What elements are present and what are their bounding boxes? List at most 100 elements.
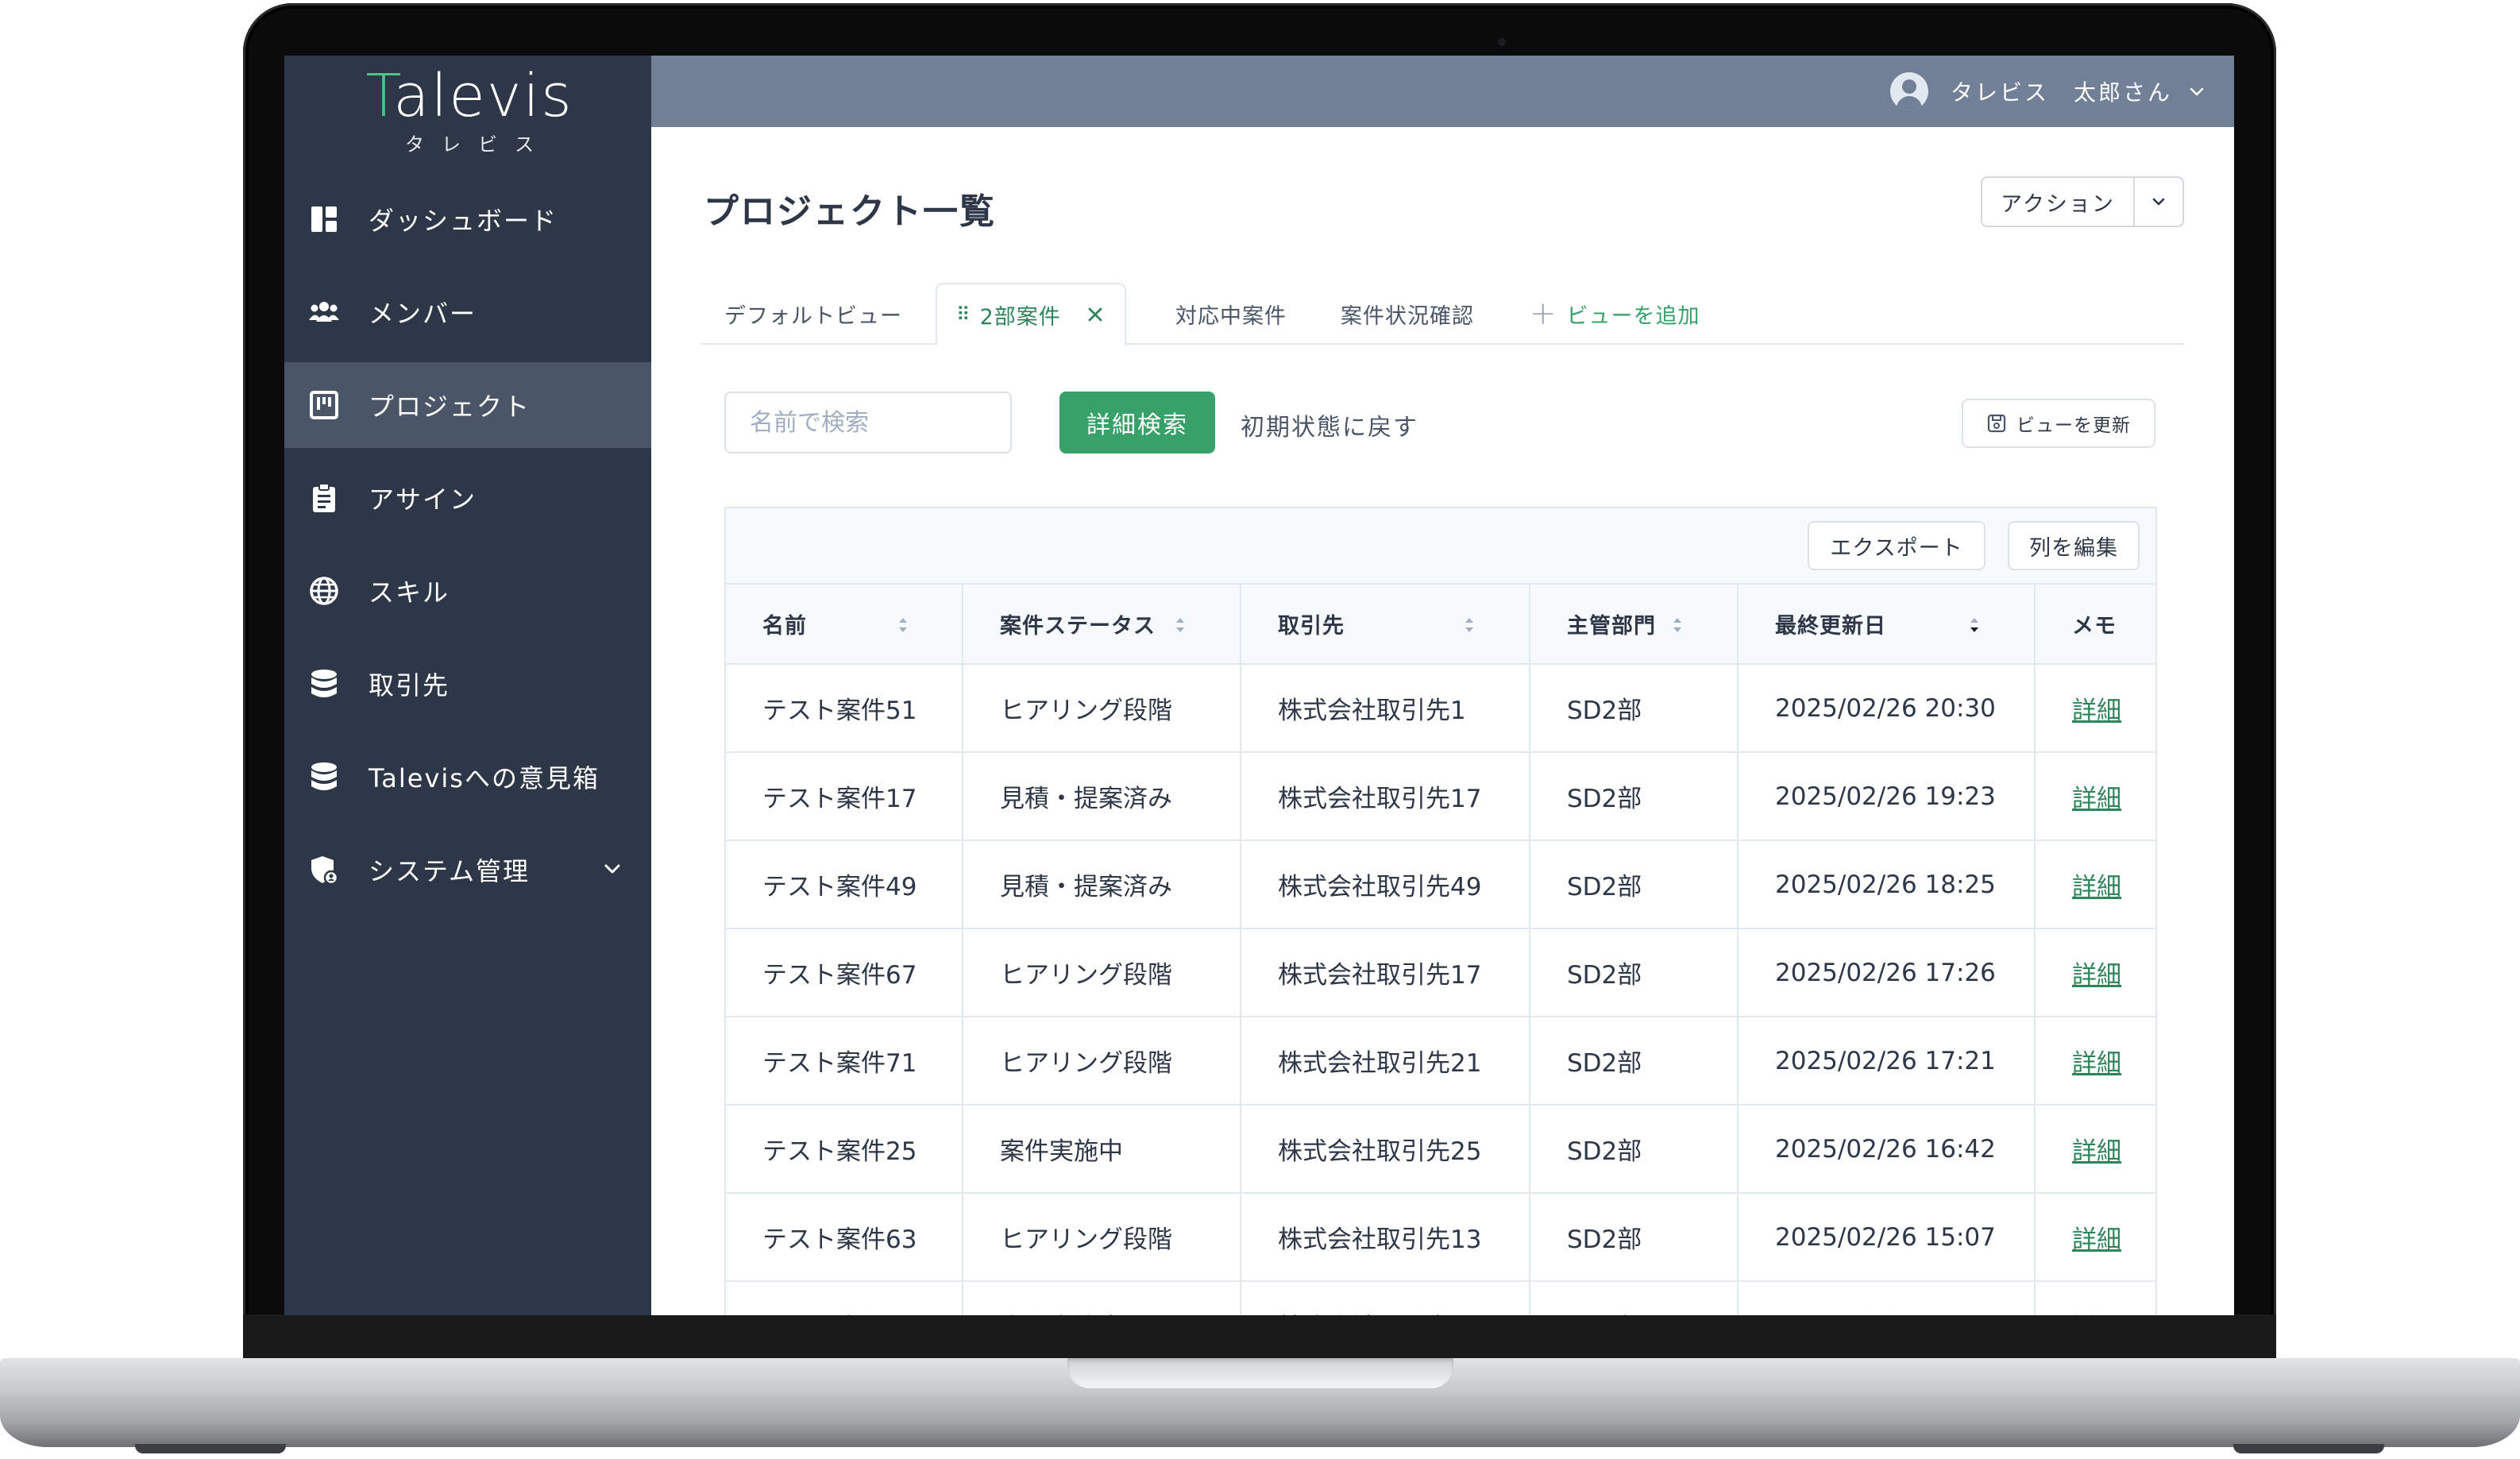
sort-icon[interactable] [1670,613,1685,637]
cell-status: ヒアリング段階 [963,1193,1241,1282]
column-header-department[interactable]: 主管部門 [1530,585,1739,665]
search-input[interactable] [724,392,1012,454]
column-header-memo: メモ [2035,585,2155,665]
action-button-label[interactable]: アクション [1982,178,2135,226]
cell-text: SD2部 [1567,1049,1642,1078]
column-header-client[interactable]: 取引先 [1241,585,1530,665]
cell-text: ヒアリング段階 [1000,1049,1172,1078]
cell-text: テスト案件71 [762,1049,917,1078]
column-header-status[interactable]: 案件ステータス [963,585,1241,665]
cell-text: テスト案件25 [762,1137,917,1166]
user-name: タレビス 太郎さん [1950,79,2172,106]
tab-default-view[interactable]: デフォルトビュー [724,283,902,345]
tab-in-progress[interactable]: 対応中案件 [1175,283,1287,345]
cell-text: 2025/02/26 19:23 [1775,782,1996,811]
table-row[interactable]: テスト案件71 ヒアリング段階 株式会社取引先21 SD2部 2025/02/26 17… [726,1017,2155,1106]
cell-text: 株式会社取引先49 [1278,873,1482,901]
chevron-down-icon[interactable] [602,859,623,879]
cell-memo: 詳細 [2035,752,2155,841]
sidebar-item-label: ダッシュボード [369,206,558,236]
cell-updated-at: 2025/02/26 17:26 [1738,928,2036,1017]
cell-text: テスト案件16 [762,1314,917,1315]
close-icon[interactable] [1085,304,1106,325]
clipboard-icon [307,481,342,515]
talevis-logo[interactable]: Talevis タレビス [362,67,577,156]
detail-link[interactable]: 詳細 [2072,697,2121,725]
cell-text: 2025/02/26 14:16 [1775,1311,1996,1316]
cell-text: 株式会社取引先13 [1278,1225,1482,1254]
cell-department: SD2部 [1530,1105,1739,1194]
reset-filters-link[interactable]: 初期状態に戻す [1241,407,1418,442]
sidebar-item-feedback[interactable]: Talevisへの意見箱 [284,734,651,820]
tab-2bu-anken[interactable]: ⠿ 2部案件 [936,283,1126,346]
sort-icon[interactable] [1462,613,1476,637]
sort-desc-icon[interactable] [1967,613,1982,637]
cell-name: テスト案件25 [726,1105,963,1194]
edit-columns-button[interactable]: 列を編集 [2008,521,2140,570]
export-button[interactable]: エクスポート [1808,521,1986,570]
cell-client: 株式会社取引先25 [1241,1105,1530,1194]
sidebar: Talevis タレビス ダッシュボード メンバー プロジェクト アサイン スキ… [284,56,651,1315]
action-dropdown[interactable]: アクション [1981,176,2184,227]
kanban-icon [307,388,342,423]
sidebar-item-clients[interactable]: 取引先 [284,641,651,727]
cell-text: ヒアリング段階 [1000,1225,1172,1254]
detail-link[interactable]: 詳細 [2072,785,2121,813]
table-row[interactable]: テスト案件17 見積・提案済み 株式会社取引先17 SD2部 2025/02/26 19… [726,752,2155,841]
detail-link[interactable]: 詳細 [2072,1049,2121,1078]
drag-handle-icon[interactable]: ⠿ [956,303,971,326]
chevron-down-icon[interactable] [2188,83,2205,100]
cell-text: テスト案件51 [762,697,917,725]
sort-icon[interactable] [1173,613,1187,637]
action-chevron[interactable] [2135,178,2182,226]
cell-client: 株式会社取引先21 [1241,1017,1530,1106]
detail-link[interactable]: 詳細 [2072,873,2121,901]
update-view-button[interactable]: ビューを更新 [1962,399,2155,448]
cell-department: SD2部 [1530,1017,1739,1106]
cell-updated-at: 2025/02/26 16:42 [1738,1105,2036,1194]
cell-status: 見積・提案済み [963,840,1241,929]
table-row[interactable]: テスト案件51 ヒアリング段階 株式会社取引先1 SD2部 2025/02/26 20:… [726,664,2155,753]
sidebar-item-label: メンバー [369,299,477,329]
table-row[interactable]: テスト案件67 ヒアリング段階 株式会社取引先17 SD2部 2025/02/26 17… [726,928,2155,1017]
cell-updated-at: 2025/02/26 15:07 [1738,1193,2036,1282]
detail-link[interactable]: 詳細 [2072,1225,2121,1254]
cell-text: 株式会社取引先1 [1278,697,1466,725]
cell-text: 株式会社取引先16 [1278,1314,1481,1315]
users-icon [307,295,342,330]
table-row[interactable]: テスト案件49 見積・提案済み 株式会社取引先49 SD2部 2025/02/26 18… [726,840,2155,929]
user-menu[interactable]: タレビス 太郎さん [1889,70,2205,113]
cell-text: SD2部 [1567,961,1642,990]
avatar [1889,72,1928,110]
sidebar-item-dashboard[interactable]: ダッシュボード [284,176,651,262]
laptop-notch [1067,1358,1453,1388]
cell-text: SD2部 [1567,873,1642,901]
detail-link[interactable]: 詳細 [2072,1314,2121,1315]
project-table: 名前 案件ステータス 取引先 主管部門 最終更新日 メモ テスト案件51 ヒアリ… [726,585,2155,1316]
advanced-search-button[interactable]: 詳細検索 [1059,392,1215,454]
cell-text: 案件実施中 [1000,1137,1123,1166]
cell-text: 2025/02/26 17:21 [1775,1046,1996,1075]
cell-text: SD2部 [1567,1314,1642,1315]
top-bar: タレビス 太郎さん [651,56,2234,127]
sort-icon[interactable] [896,613,910,637]
cell-status: ヒアリング段階 [963,664,1241,753]
dashboard-icon [307,202,342,237]
sidebar-item-assign[interactable]: アサイン [284,455,651,541]
table-row[interactable]: テスト案件25 案件実施中 株式会社取引先25 SD2部 2025/02/26 16:4… [726,1105,2155,1194]
sidebar-item-skills[interactable]: スキル [284,548,651,634]
cell-department: SD2部 [1530,1193,1739,1282]
column-header-updated-at[interactable]: 最終更新日 [1738,585,2036,665]
sidebar-item-members[interactable]: メンバー [284,269,651,355]
tab-status-check[interactable]: 案件状況確認 [1341,283,1474,345]
sidebar-item-projects[interactable]: プロジェクト [284,362,651,448]
table-row[interactable]: テスト案件63 ヒアリング段階 株式会社取引先13 SD2部 2025/02/26 15… [726,1193,2155,1282]
add-view-button[interactable]: + ビューを追加 [1530,283,1700,345]
sidebar-item-label: アサイン [369,484,477,515]
detail-link[interactable]: 詳細 [2072,961,2121,990]
tab-label: ビューを追加 [1566,303,1700,329]
sidebar-item-system-admin[interactable]: システム管理 [284,827,651,913]
column-header-name[interactable]: 名前 [726,585,963,665]
detail-link[interactable]: 詳細 [2072,1137,2121,1166]
table-row[interactable]: テスト案件16 案件実施中 株式会社取引先16 SD2部 2025/02/26 14:1… [726,1281,2155,1316]
